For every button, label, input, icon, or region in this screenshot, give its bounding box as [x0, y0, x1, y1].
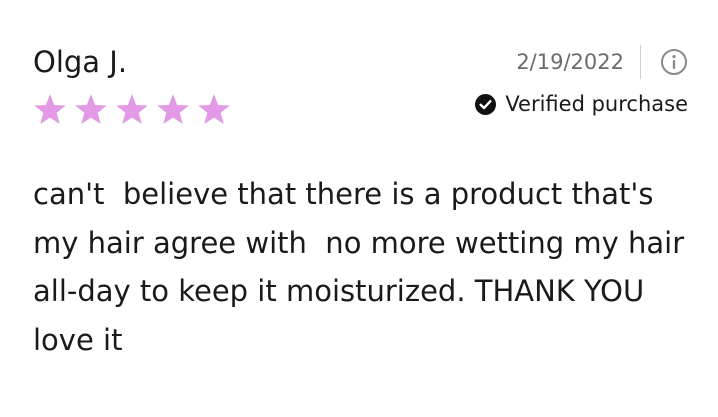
info-icon[interactable] [660, 48, 688, 76]
review-meta: 2/19/2022 [516, 44, 688, 80]
star-icon [198, 94, 230, 125]
meta-divider [640, 45, 641, 79]
review-text: can't believe that there is a product th… [33, 177, 685, 357]
reviewer-name: Olga J. [33, 45, 128, 79]
star-icon [75, 94, 107, 125]
review-card: Olga J. 2/19/2022 Verified purchase can'… [0, 0, 718, 417]
verified-purchase-label: Verified purchase [505, 92, 688, 116]
star-icon [116, 94, 148, 125]
star-icon [34, 94, 66, 125]
star-icon [157, 94, 189, 125]
review-date: 2/19/2022 [516, 50, 624, 74]
star-rating [33, 93, 231, 129]
verified-purchase-badge: Verified purchase [475, 89, 688, 119]
check-circle-icon [475, 93, 497, 115]
